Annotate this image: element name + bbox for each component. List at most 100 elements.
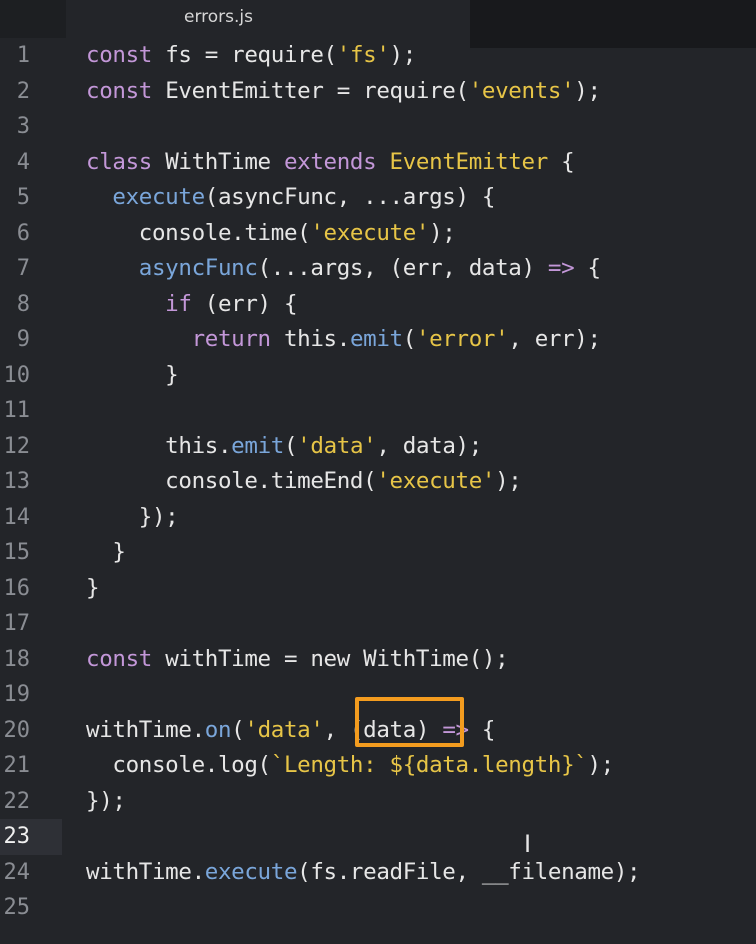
line-number: 2: [16, 78, 30, 104]
code-line[interactable]: 7 asyncFunc(...args, (err, data) => {: [0, 251, 756, 287]
code-token: 'execute': [376, 468, 496, 494]
code-line[interactable]: 6 console.time('execute');: [0, 216, 756, 252]
code-token: , err);: [508, 326, 601, 352]
code-token: , data);: [376, 432, 482, 459]
line-code: }: [86, 571, 100, 607]
line-code: class WithTime extends EventEmitter {: [86, 145, 575, 181]
line-number: 14: [3, 504, 31, 530]
code-line[interactable]: 14 });: [0, 500, 756, 536]
code-token: WithTime: [165, 148, 284, 175]
code-line[interactable]: 4 class WithTime extends EventEmitter {: [0, 145, 756, 181]
code-token: const: [86, 645, 166, 672]
code-token: fs = require(: [165, 42, 337, 68]
code-line[interactable]: 9 return this.emit('error', err);: [0, 322, 756, 358]
code-token: =>: [547, 255, 575, 281]
code-line[interactable]: 15 }: [0, 535, 756, 571]
code-token: 'data': [297, 432, 377, 459]
code-line[interactable]: 25: [0, 890, 756, 926]
text-cursor-icon: I: [524, 830, 532, 858]
code-line[interactable]: 5 execute(asyncFunc, ...args) {: [0, 180, 756, 216]
line-number: 20: [3, 717, 31, 743]
line-number: 8: [16, 291, 30, 317]
line-number: 5: [16, 185, 30, 210]
line-number: 7: [16, 256, 30, 281]
code-token: const: [86, 77, 166, 104]
code-token: class: [86, 148, 166, 175]
line-code: const withTime = new WithTime();: [86, 642, 509, 678]
code-line[interactable]: 3: [0, 109, 756, 145]
line-number: 16: [3, 575, 31, 601]
code-line[interactable]: 1 const fs = require('fs');: [0, 38, 756, 74]
code-token: 'error': [415, 326, 509, 352]
code-token: {: [468, 716, 496, 743]
line-number: 23: [3, 824, 31, 849]
code-line[interactable]: 24 withTime.execute(fs.readFile, __filena…: [0, 855, 756, 891]
code-token: {: [547, 148, 575, 175]
line-number: 15: [3, 540, 31, 565]
line-code: if (err) {: [86, 287, 297, 323]
code-token: if: [86, 290, 205, 317]
code-line[interactable]: 10 }: [0, 358, 756, 394]
code-token: 'fs': [336, 42, 390, 68]
code-token: EventEmitter: [389, 148, 549, 175]
code-token: extends: [283, 148, 390, 175]
code-token: (err) {: [204, 290, 298, 317]
tab-bar: errors.js: [0, 0, 756, 48]
line-number: 18: [3, 646, 31, 672]
line-code: const fs = require('fs');: [86, 38, 416, 74]
tab-errors-js[interactable]: errors.js: [66, 0, 470, 38]
code-line[interactable]: 21 console.log(`Length: ${data.length}`)…: [0, 748, 756, 784]
code-token: this.: [283, 326, 350, 352]
code-token: 'data': [244, 716, 324, 743]
line-number: 17: [3, 611, 31, 636]
code-token: return: [86, 326, 284, 352]
line-number: 6: [16, 220, 30, 246]
line-number: 22: [3, 788, 31, 814]
code-token: 'execute': [310, 219, 430, 246]
code-token: );: [429, 219, 456, 246]
line-number: 24: [3, 859, 31, 885]
code-line[interactable]: 22});: [0, 784, 756, 820]
code-line[interactable]: 18 const withTime = new WithTime();: [0, 642, 756, 678]
code-token: withTime = new WithTime();: [165, 645, 509, 672]
code-token: }: [86, 361, 179, 388]
code-token: `Length: ${data.length}`: [270, 752, 588, 778]
code-line[interactable]: 17: [0, 606, 756, 642]
code-line[interactable]: 16}: [0, 571, 756, 607]
code-editor[interactable]: errors.js 1 const fs = require('fs'); 2 con…: [0, 0, 756, 944]
code-line[interactable]: 13 console.timeEnd('execute');: [0, 464, 756, 500]
line-number: 12: [3, 433, 31, 459]
code-token: execute: [86, 184, 205, 210]
line-code: execute(asyncFunc, ...args) {: [86, 180, 495, 216]
code-line[interactable]: 8 if (err) {: [0, 287, 756, 323]
line-code: console.timeEnd('execute');: [86, 464, 522, 500]
code-line[interactable]: 23: [0, 819, 756, 855]
line-number: 13: [3, 469, 31, 494]
line-code: });: [86, 784, 126, 820]
code-token: });: [86, 503, 179, 530]
code-token: (...args, (err, data): [257, 255, 548, 281]
line-code: console.time('execute');: [86, 216, 456, 252]
line-number: 19: [3, 682, 31, 707]
line-number: 9: [16, 327, 30, 352]
code-line[interactable]: 12 this.emit('data', data);: [0, 429, 756, 465]
code-token: });: [86, 787, 126, 814]
code-token: (asyncFunc, ...args) {: [204, 184, 496, 210]
code-token: {: [574, 255, 601, 281]
line-code: asyncFunc(...args, (err, data) => {: [86, 251, 601, 287]
code-token: emit: [349, 326, 403, 352]
line-number: 21: [3, 753, 31, 778]
code-token: (: [231, 716, 245, 743]
line-code: });: [86, 500, 179, 536]
code-token: EventEmitter = require(: [165, 77, 469, 104]
code-token: (fs.readFile, __filename);: [297, 858, 641, 885]
line-code: return this.emit('error', err);: [86, 322, 601, 358]
line-number: 25: [3, 895, 31, 920]
code-line[interactable]: 11: [0, 393, 756, 429]
code-token: withTime.: [86, 716, 205, 743]
line-number: 3: [16, 114, 30, 139]
code-token: (: [283, 432, 298, 459]
code-token: withTime.: [86, 858, 205, 885]
code-line[interactable]: 2 const EventEmitter = require('events');: [0, 74, 756, 110]
code-token: (: [402, 326, 417, 352]
